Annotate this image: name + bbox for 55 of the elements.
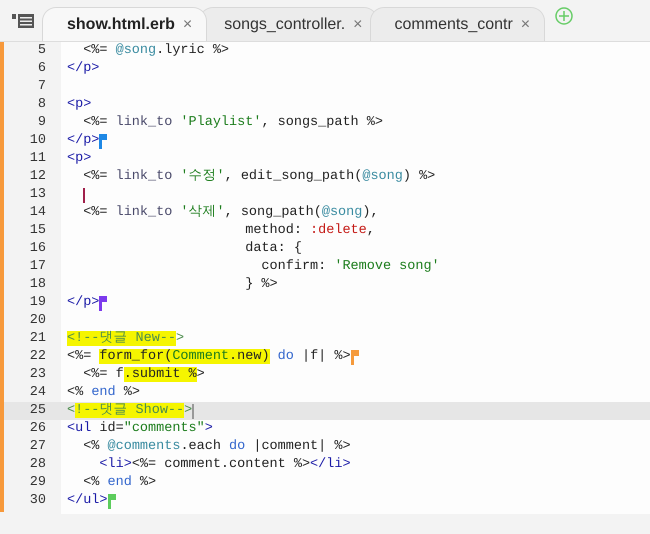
line-number: 22 xyxy=(28,348,47,366)
line-number: 18 xyxy=(28,276,47,294)
code-line: </ul> xyxy=(67,492,108,510)
line-number: 28 xyxy=(28,456,47,474)
code-line: <p> xyxy=(67,150,92,168)
line-number: 27 xyxy=(28,438,47,456)
code-line: <!--댓글 Show--> xyxy=(67,402,192,420)
code-line: <%= link_to '삭제', song_path(@song), xyxy=(82,204,379,222)
line-number: 30 xyxy=(28,492,47,510)
line-number: 11 xyxy=(28,150,47,168)
code-line: <li><%= comment.content %></li> xyxy=(98,456,351,474)
line-number: 16 xyxy=(28,240,47,258)
line-number: 6 xyxy=(36,60,47,78)
line-number: 20 xyxy=(28,312,47,330)
code-line: <p> xyxy=(67,96,92,114)
line-number: 26 xyxy=(28,420,47,438)
line-number: 15 xyxy=(28,222,47,240)
line-number: 14 xyxy=(28,204,47,222)
line-number: 29 xyxy=(28,474,47,492)
code-line: <% end %> xyxy=(82,474,156,492)
code-line: } %> xyxy=(244,276,278,294)
line-number: 10 xyxy=(28,132,47,150)
code-line: </p> xyxy=(67,132,100,150)
line-number: 12 xyxy=(28,168,47,186)
close-tab-button[interactable]: × xyxy=(520,16,530,34)
code-line: <%= link_to '수정', edit_song_path(@song) %> xyxy=(82,168,436,186)
code-line: confirm: 'Remove song' xyxy=(260,258,440,276)
line-number: 23 xyxy=(28,366,47,384)
code-line: <%= link_to 'Playlist', songs_path %> xyxy=(82,114,383,132)
close-tab-button[interactable]: × xyxy=(182,16,192,34)
close-tab-button[interactable]: × xyxy=(353,16,363,34)
code-line: <!--댓글 New--> xyxy=(67,330,184,348)
code-line: <%= f.submit %> xyxy=(82,366,205,384)
code-line: <% @comments.each do |comment| %> xyxy=(82,438,351,456)
code-line: <%= form_for(Comment.new) do |f| %> xyxy=(67,348,351,366)
sidebar-toggle-icon[interactable] xyxy=(12,13,34,29)
line-number: 25 xyxy=(28,402,47,420)
code-line: <% end %> xyxy=(67,384,140,402)
code-line: </p> xyxy=(67,294,100,312)
code-line: </p> xyxy=(67,60,100,78)
code-line: data: { xyxy=(244,240,302,258)
line-number: 5 xyxy=(36,42,47,60)
line-number: 7 xyxy=(36,78,47,96)
file-tab[interactable]: comments_contr × xyxy=(370,7,546,41)
line-number: 17 xyxy=(28,258,47,276)
line-number: 9 xyxy=(36,114,47,132)
code-line: method: :delete, xyxy=(244,222,375,240)
line-number: 13 xyxy=(28,186,47,204)
line-number: 19 xyxy=(28,294,47,312)
code-line: <ul id="comments"> xyxy=(67,420,213,438)
line-number: 24 xyxy=(28,384,47,402)
code-line: <%= @song.lyric %> xyxy=(82,42,230,60)
line-number: 8 xyxy=(36,96,47,114)
file-tab[interactable]: show.html.erb × xyxy=(42,7,208,41)
line-number: 21 xyxy=(28,330,47,348)
